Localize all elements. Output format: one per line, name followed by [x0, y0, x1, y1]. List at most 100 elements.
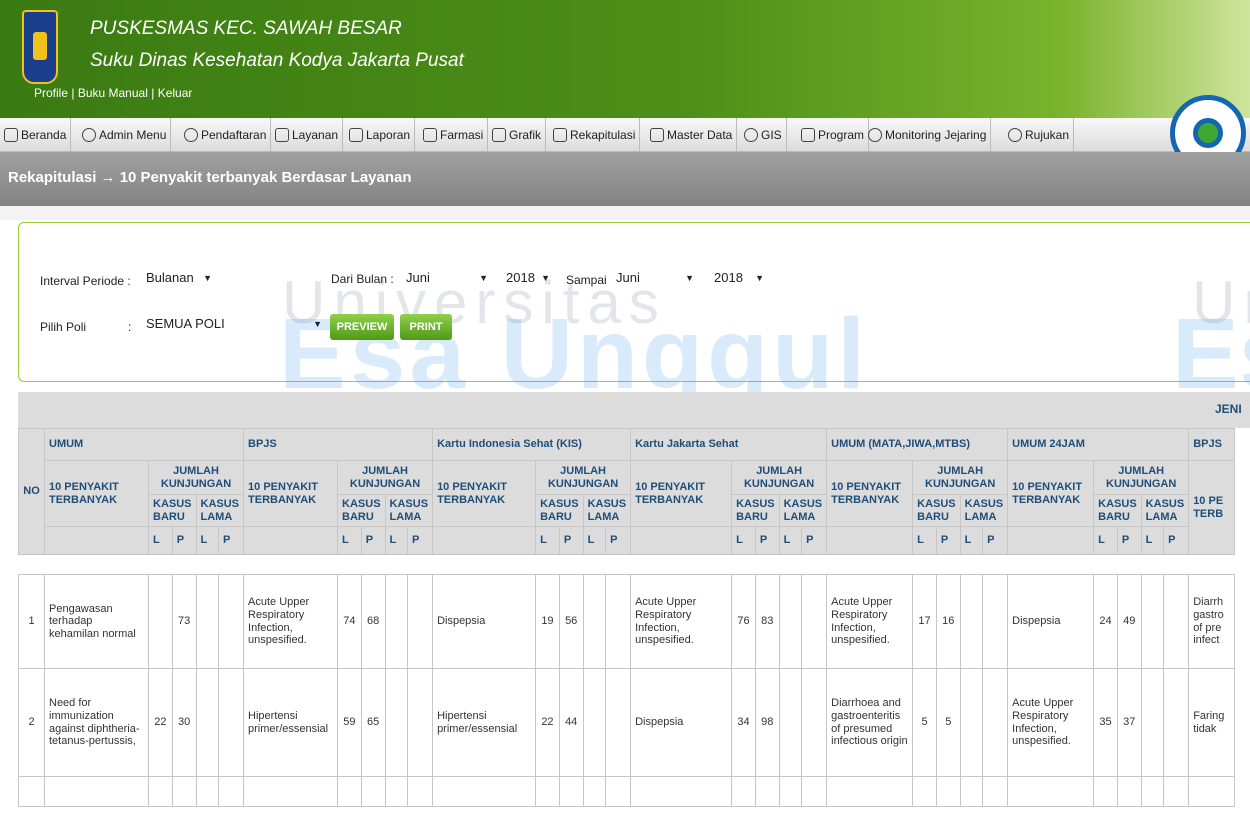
- menu-program[interactable]: Program: [797, 118, 870, 152]
- sampai-bulan-select[interactable]: Juni: [610, 266, 700, 290]
- menu-laporan[interactable]: Laporan: [345, 118, 416, 152]
- l-header: L: [535, 526, 560, 555]
- chart-icon: [492, 128, 506, 142]
- jumlah-header: JUMLAH KUNJUNGAN: [1093, 460, 1190, 495]
- p-header: P: [935, 526, 961, 555]
- table-header-bar: [18, 392, 1250, 428]
- l-header: L: [778, 526, 803, 555]
- dari-tahun-select[interactable]: 2018: [500, 266, 556, 290]
- l-header: L: [1093, 526, 1118, 555]
- jumlah-header: JUMLAH KUNJUNGAN: [731, 460, 828, 495]
- baru-header: KASUS BARU: [731, 494, 780, 527]
- group-header: UMUM 24JAM: [1007, 428, 1190, 461]
- menu-grafik[interactable]: Grafik: [488, 118, 547, 152]
- interval-select[interactable]: Bulanan: [140, 266, 218, 290]
- penyakit-cell: Faring tidak: [1188, 668, 1236, 777]
- p-header: P: [982, 526, 1009, 555]
- penyakit-header: 10 PENYAKIT TERBANYAK: [44, 460, 149, 527]
- penyakit-cell: Diarrhoea and gastroenteritis of presume…: [826, 668, 914, 777]
- p-header: P: [1116, 526, 1142, 555]
- jumlah-header: JUMLAH KUNJUNGAN: [337, 460, 434, 495]
- no-header: NO: [18, 428, 45, 555]
- p-header: P: [218, 526, 245, 555]
- lama-header: KASUS LAMA: [959, 494, 1009, 527]
- poli-select[interactable]: SEMUA POLI: [140, 312, 328, 336]
- table-row: [18, 776, 1236, 807]
- penyakit-cell: Acute Upper Respiratory Infection, unspe…: [630, 574, 733, 669]
- penyakit-header: 10 PENYAKIT TERBANYAK: [432, 460, 537, 527]
- globe-icon: [744, 128, 758, 142]
- profile-links: Profile | Buku Manual | Keluar: [34, 86, 193, 100]
- gear-icon: [82, 128, 96, 142]
- menu-farmasi[interactable]: Farmasi: [419, 118, 489, 152]
- l-header: L: [959, 526, 984, 555]
- interval-label: Interval Periode :: [40, 274, 131, 288]
- spacer: [0, 206, 1250, 220]
- baru-header: KASUS BARU: [535, 494, 584, 527]
- penyakit-cell: Dispepsia: [1007, 574, 1095, 669]
- jakarta-logo-icon: [22, 10, 58, 84]
- group-header: Kartu Indonesia Sehat (KIS): [432, 428, 632, 461]
- l-header: L: [384, 526, 409, 555]
- manual-link[interactable]: Buku Manual: [78, 86, 148, 100]
- table-row: 1 Pengawasan terhadap kehamilan normal 73…: [18, 574, 1236, 669]
- dari-bulan-select[interactable]: Juni: [400, 266, 494, 290]
- database-icon: [650, 128, 664, 142]
- print-button[interactable]: PRINT: [400, 314, 452, 340]
- poli-label: Pilih Poli: [40, 320, 87, 334]
- l-header: L: [582, 526, 607, 555]
- menu-admin[interactable]: Admin Menu: [78, 118, 172, 152]
- menu-monitoring[interactable]: Monitoring Jejaring: [864, 118, 992, 152]
- penyakit-cell: Pengawasan terhadap kehamilan normal: [44, 574, 149, 669]
- menu-pendaftaran[interactable]: Pendaftaran: [180, 118, 272, 152]
- preview-button[interactable]: PREVIEW: [330, 314, 394, 340]
- penyakit-header: 10 PENYAKIT TERBANYAK: [630, 460, 733, 527]
- page-title: Rekapitulasi → 10 Penyakit terbanyak Ber…: [8, 169, 412, 186]
- penyakit-cell: Hipertensi primer/essensial: [432, 668, 537, 777]
- menu-master-data[interactable]: Master Data: [646, 118, 738, 152]
- globe-icon: [1008, 128, 1022, 142]
- penyakit-cell: Need for immunization against diphtheria…: [44, 668, 149, 777]
- menu-gis[interactable]: GIS: [740, 118, 787, 152]
- lama-header: KASUS LAMA: [1140, 494, 1190, 527]
- pencil-icon: [275, 128, 289, 142]
- menu-rujukan[interactable]: Rujukan: [1004, 118, 1075, 152]
- l-header: L: [195, 526, 220, 555]
- dari-label: Dari Bulan :: [331, 272, 394, 286]
- menu-layanan[interactable]: Layanan: [271, 118, 344, 152]
- group-header: Kartu Jakarta Sehat: [630, 428, 828, 461]
- p-header: P: [605, 526, 632, 555]
- p-header: P: [171, 526, 197, 555]
- header-subtitle: Suku Dinas Kesehatan Kodya Jakarta Pusat: [90, 50, 464, 71]
- monitor-icon: [4, 128, 18, 142]
- penyakit-cell: Acute Upper Respiratory Infection, unspe…: [1007, 668, 1095, 777]
- l-header: L: [1140, 526, 1165, 555]
- lama-header: KASUS LAMA: [384, 494, 434, 527]
- logout-link[interactable]: Keluar: [158, 86, 193, 100]
- penyakit-cell: Acute Upper Respiratory Infection, unspe…: [243, 574, 339, 669]
- page-title-bar: Rekapitulasi → 10 Penyakit terbanyak Ber…: [0, 152, 1250, 206]
- lama-header: KASUS LAMA: [778, 494, 828, 527]
- document-icon: [553, 128, 567, 142]
- penyakit-cell: Acute Upper Respiratory Infection, unspe…: [826, 574, 914, 669]
- l-header: L: [148, 526, 173, 555]
- poli-colon: :: [128, 320, 132, 334]
- jenis-header: JENI: [1215, 402, 1242, 416]
- profile-link[interactable]: Profile: [34, 86, 68, 100]
- hourglass-icon: [423, 128, 437, 142]
- lama-header: KASUS LAMA: [582, 494, 632, 527]
- group-header: UMUM: [43, 428, 245, 461]
- baru-header: KASUS BARU: [912, 494, 961, 527]
- menu-beranda[interactable]: Beranda: [0, 118, 72, 152]
- jumlah-header: JUMLAH KUNJUNGAN: [535, 460, 632, 495]
- baru-header: KASUS BARU: [1093, 494, 1142, 527]
- p-header: P: [558, 526, 584, 555]
- menu-rekapitulasi[interactable]: Rekapitulasi: [549, 118, 641, 152]
- p-header: P: [801, 526, 828, 555]
- sampai-tahun-select[interactable]: 2018: [708, 266, 770, 290]
- spacer-row: [18, 554, 1235, 575]
- document-icon: [801, 128, 815, 142]
- sampai-label: Sampai: [566, 273, 607, 287]
- l-header: L: [337, 526, 362, 555]
- penyakit-header: 10 PENYAKIT TERBANYAK: [826, 460, 914, 527]
